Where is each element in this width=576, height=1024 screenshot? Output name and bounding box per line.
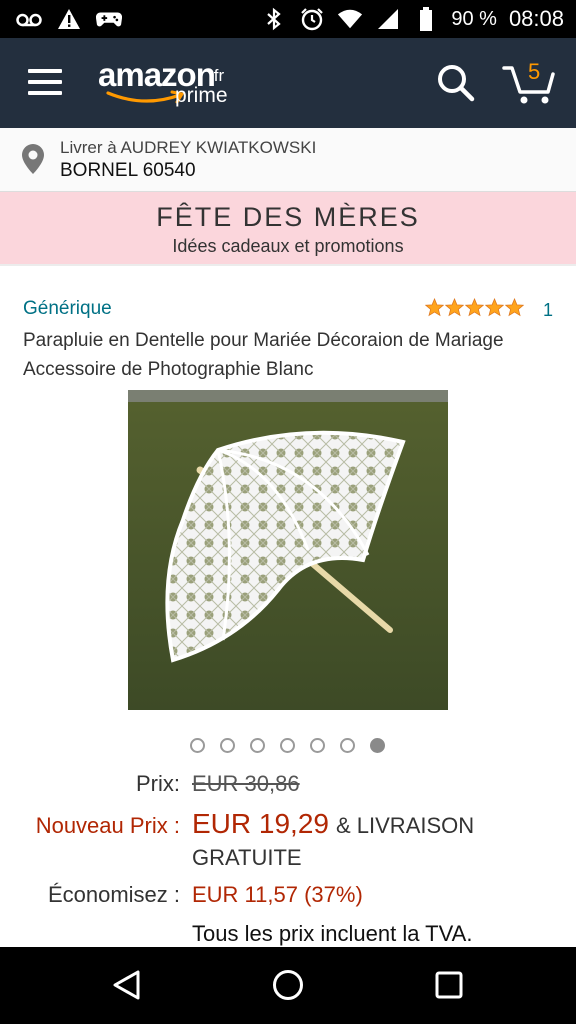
product-title: Parapluie en Dentelle pour Mariée Décora…: [23, 330, 504, 380]
gamepad-icon: [96, 6, 122, 32]
rating-count[interactable]: 1: [543, 300, 553, 321]
alarm-icon: [299, 6, 325, 32]
menu-button[interactable]: [28, 69, 62, 95]
carousel-dot[interactable]: [280, 738, 295, 753]
price-label: Prix:: [136, 771, 180, 796]
image-carousel-dots[interactable]: [190, 738, 385, 753]
free-shipping-label: & LIVRAISON: [336, 813, 475, 838]
lace-umbrella-image: [128, 390, 448, 710]
voicemail-icon: [16, 6, 42, 32]
star-icon: [505, 298, 524, 317]
brand-link[interactable]: Générique: [23, 298, 112, 320]
old-price: EUR 30,86: [192, 771, 300, 796]
new-price: EUR 19,29: [192, 808, 329, 839]
cart-button[interactable]: 5: [502, 59, 556, 106]
star-rating[interactable]: [425, 298, 524, 317]
android-navigation-bar: [0, 947, 576, 1024]
star-icon: [485, 298, 504, 317]
signal-icon: [375, 6, 401, 32]
wifi-icon: [337, 6, 363, 32]
delivery-location-bar[interactable]: Livrer à AUDREY KWIATKOWSKI BORNEL 60540: [0, 128, 576, 192]
bluetooth-icon: [261, 6, 287, 32]
carousel-dot[interactable]: [190, 738, 205, 753]
amazon-prime-logo[interactable]: amazon .fr prime: [98, 54, 258, 114]
free-shipping-label-cont: GRATUITE: [192, 845, 302, 870]
location-pin-icon: [22, 144, 44, 174]
vat-note: Tous les prix incluent la TVA.: [192, 921, 473, 946]
star-icon: [445, 298, 464, 317]
savings-label: Économisez :: [47, 882, 180, 907]
search-icon: [438, 65, 475, 102]
carousel-dot[interactable]: [220, 738, 235, 753]
logo-prime: prime: [175, 84, 228, 107]
banner-title: FÊTE DES MÈRES: [156, 202, 420, 232]
smile-arrow-icon: [106, 90, 185, 104]
recent-apps-icon[interactable]: [434, 970, 464, 1000]
warning-icon: [56, 6, 82, 32]
delivery-address: BORNEL 60540: [60, 160, 196, 181]
back-icon[interactable]: [110, 968, 144, 1002]
hamburger-icon: [28, 69, 62, 73]
carousel-dot[interactable]: [340, 738, 355, 753]
product-image[interactable]: [128, 390, 448, 710]
search-button[interactable]: [436, 63, 476, 103]
status-bar: 90 % 08:08: [0, 0, 576, 38]
carousel-dot[interactable]: [250, 738, 265, 753]
new-price-label: Nouveau Prix :: [35, 813, 180, 838]
delivery-recipient: Livrer à AUDREY KWIATKOWSKI: [60, 138, 317, 157]
cart-count-badge: 5: [528, 59, 541, 84]
banner-subtitle: Idées cadeaux et promotions: [172, 236, 404, 256]
savings-value: EUR 11,57 (37%): [192, 882, 363, 907]
carousel-dot[interactable]: [310, 738, 325, 753]
carousel-dot[interactable]: [370, 738, 385, 753]
star-icon: [425, 298, 444, 317]
battery-level: 90 %: [451, 7, 497, 30]
logo-domain: .fr: [209, 66, 225, 85]
app-header: amazon .fr prime 5: [0, 38, 576, 128]
home-icon[interactable]: [271, 968, 305, 1002]
promo-banner[interactable]: FÊTE DES MÈRES Idées cadeaux et promotio…: [0, 192, 576, 266]
battery-icon: [413, 6, 439, 32]
star-icon: [465, 298, 484, 317]
clock: 08:08: [508, 6, 564, 31]
